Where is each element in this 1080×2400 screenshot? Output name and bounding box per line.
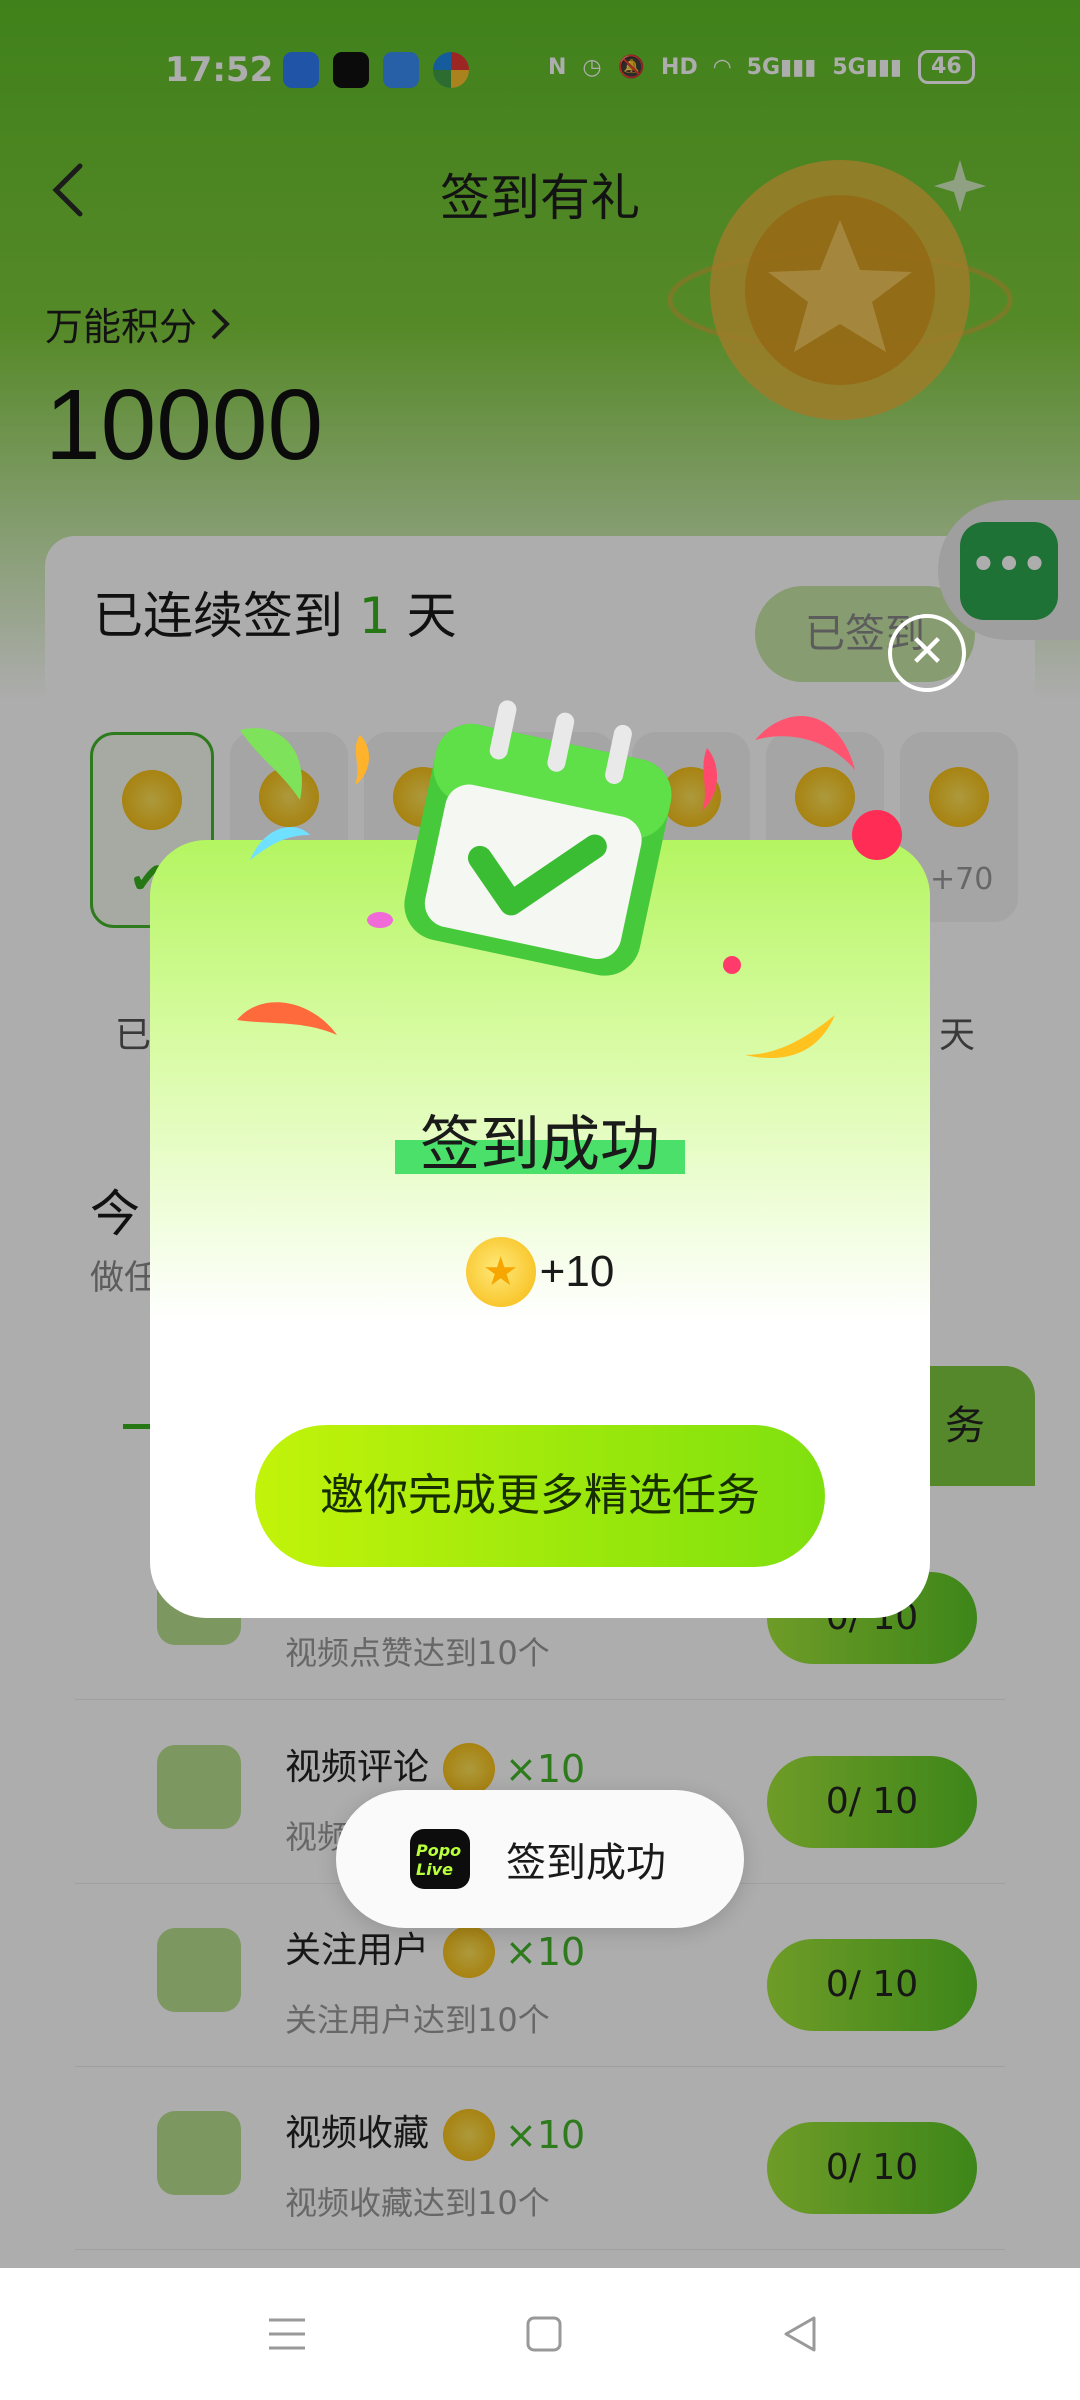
calendar-check-icon — [404, 700, 672, 976]
home-square-icon[interactable] — [524, 2314, 564, 2354]
menu-icon[interactable] — [267, 2314, 307, 2354]
close-icon[interactable]: ✕ — [888, 614, 966, 692]
confetti-icon — [250, 827, 310, 860]
reward-line: +10 — [150, 1237, 930, 1307]
reward-amount: +10 — [539, 1247, 615, 1296]
confetti-icon — [355, 735, 370, 785]
confetti-dot-icon — [723, 956, 741, 974]
toast: Popo Live 签到成功 — [336, 1790, 744, 1928]
dialog-title: 签到成功 — [420, 1110, 660, 1180]
more-tasks-button[interactable]: 邀你完成更多精选任务 — [255, 1425, 825, 1567]
confetti-icon — [240, 728, 302, 800]
app-badge-text: Popo Live — [416, 1841, 462, 1879]
confetti-dot-icon — [852, 810, 902, 860]
confetti-icon — [755, 716, 855, 770]
system-nav-bar — [0, 2268, 1080, 2400]
confetti-icon — [237, 1002, 337, 1035]
back-triangle-icon[interactable] — [780, 2314, 820, 2354]
popo-live-app-icon: Popo Live — [410, 1829, 470, 1889]
confetti-icon — [702, 748, 718, 811]
star-coin-icon — [465, 1237, 536, 1307]
confetti-icon — [745, 1015, 835, 1059]
toast-text: 签到成功 — [506, 1840, 666, 1886]
